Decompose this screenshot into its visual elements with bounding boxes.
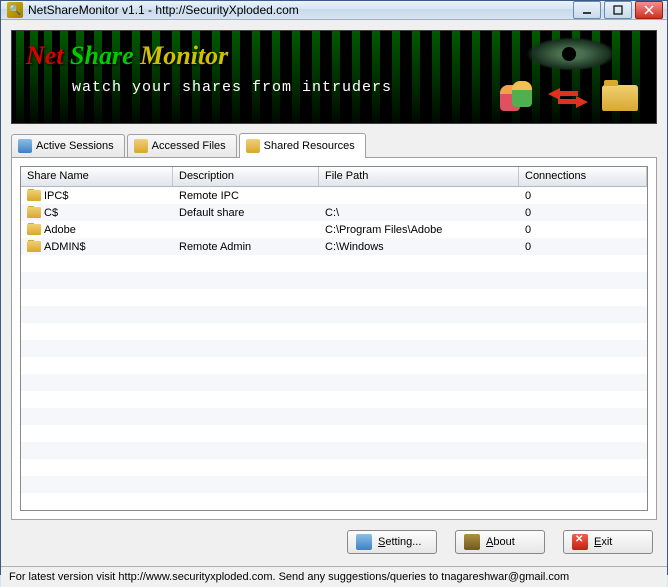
banner-subtitle: watch your shares from intruders [72,79,392,96]
column-share-name[interactable]: Share Name [21,167,173,186]
folder-small-icon [27,241,41,252]
tab-panel: Share Name Description File Path Connect… [11,157,657,520]
list-body: IPC$ Remote IPC 0 C$ Default share C:\ 0… [21,187,647,510]
button-label-rest: etting... [385,536,421,548]
window-controls [573,1,663,19]
about-icon [464,534,480,550]
table-row[interactable]: Adobe C:\Program Files\Adobe 0 [21,221,647,238]
people-icon [500,81,534,115]
tab-active-sessions[interactable]: Active Sessions [11,134,125,157]
file-icon [134,139,148,153]
shared-resources-list[interactable]: Share Name Description File Path Connect… [20,166,648,511]
share-icon [246,139,260,153]
folder-icon [602,85,638,111]
settings-icon [356,534,372,550]
tab-label: Active Sessions [36,140,114,152]
setting-button[interactable]: Setting... [347,530,437,554]
folder-small-icon [27,224,41,235]
tab-strip: Active Sessions Accessed Files Shared Re… [11,132,657,157]
button-label-rest2: bout [493,536,514,548]
about-button[interactable]: About [455,530,545,554]
window-title: NetShareMonitor v1.1 - http://SecurityXp… [28,3,573,17]
session-icon [18,139,32,153]
button-row: Setting... About Exit [11,520,657,562]
app-icon: 🔍 [7,2,23,18]
column-connections[interactable]: Connections [519,167,647,186]
tab-label: Accessed Files [152,140,226,152]
button-label-rest3: xit [601,536,612,548]
main-window: 🔍 NetShareMonitor v1.1 - http://Security… [0,0,668,575]
table-row[interactable]: IPC$ Remote IPC 0 [21,187,647,204]
titlebar[interactable]: 🔍 NetShareMonitor v1.1 - http://Security… [1,1,667,20]
exit-button[interactable]: Exit [563,530,653,554]
content-area: Net Share Monitor watch your shares from… [1,20,667,566]
folder-small-icon [27,190,41,201]
banner: Net Share Monitor watch your shares from… [11,30,657,124]
tab-shared-resources[interactable]: Shared Resources [239,133,366,158]
close-button[interactable] [635,1,663,19]
list-header[interactable]: Share Name Description File Path Connect… [21,167,647,187]
eye-icon [526,37,636,77]
maximize-button[interactable] [604,1,632,19]
exit-icon [572,534,588,550]
tab-label: Shared Resources [264,140,355,152]
banner-title: Net Share Monitor [26,41,228,71]
tab-accessed-files[interactable]: Accessed Files [127,134,237,157]
status-bar: For latest version visit http://www.secu… [1,566,667,587]
transfer-arrows-icon [548,88,588,108]
column-file-path[interactable]: File Path [319,167,519,186]
column-description[interactable]: Description [173,167,319,186]
table-row[interactable]: C$ Default share C:\ 0 [21,204,647,221]
table-row[interactable]: ADMIN$ Remote Admin C:\Windows 0 [21,238,647,255]
banner-icons [500,81,638,115]
folder-small-icon [27,207,41,218]
minimize-button[interactable] [573,1,601,19]
